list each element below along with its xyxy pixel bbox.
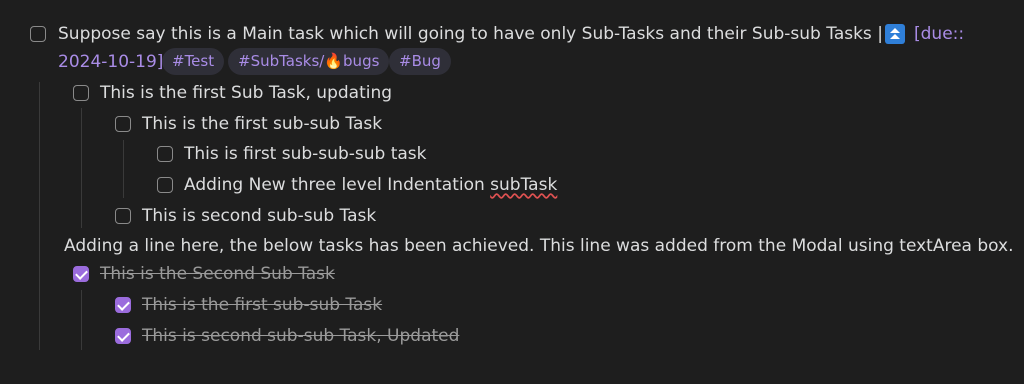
sub-subtask-text: This is the first sub-sub Task: [142, 114, 383, 134]
tag-test[interactable]: #Test: [162, 48, 225, 75]
completed-subtask-checkbox[interactable]: [73, 266, 89, 282]
indent-guide: [81, 290, 82, 350]
sub-sub-subtask-checkbox[interactable]: [157, 146, 173, 162]
task-list-view: Suppose say this is a Main task which wi…: [0, 0, 1024, 384]
highest-priority-icon: [885, 24, 905, 44]
completed-subtask-text: This is the Second Sub Task: [100, 264, 335, 284]
subtask-text-prefix: Adding New three level Indentation: [184, 175, 491, 195]
tag-subtasks-bugs[interactable]: #SubTasks/🔥bugs: [228, 48, 390, 75]
main-task-checkbox[interactable]: [30, 26, 46, 42]
tag-bug[interactable]: #Bug: [389, 48, 451, 75]
sub-subtask-checkbox[interactable]: [115, 116, 131, 132]
completed-sub-subtask-checkbox[interactable]: [115, 297, 131, 313]
sub-sub-subtask-text: Adding New three level Indentation subTa…: [184, 175, 557, 195]
indent-guide: [39, 82, 40, 350]
sub-sub-subtask-text: This is first sub-sub-sub task: [184, 144, 427, 164]
indent-guide: [81, 108, 82, 228]
note-line: Adding a line here, the below tasks has …: [64, 236, 1014, 256]
spellcheck-flagged-word[interactable]: subTask: [490, 175, 557, 195]
sub-subtask-checkbox[interactable]: [115, 208, 131, 224]
indent-guide: [123, 140, 124, 198]
completed-sub-subtask-text: This is second sub-sub Task, Updated: [142, 326, 460, 346]
sub-sub-subtask-checkbox[interactable]: [157, 177, 173, 193]
subtask-text: This is the first Sub Task, updating: [100, 83, 393, 103]
completed-sub-subtask-text: This is the first sub-sub Task: [142, 295, 383, 315]
main-task-text: Suppose say this is a Main task which wi…: [58, 24, 883, 44]
sub-subtask-text: This is second sub-sub Task: [142, 206, 377, 226]
due-date: 2024-10-19]: [58, 52, 164, 72]
completed-sub-subtask-checkbox[interactable]: [115, 328, 131, 344]
due-label: [due::: [914, 24, 965, 44]
subtask-checkbox[interactable]: [73, 85, 89, 101]
